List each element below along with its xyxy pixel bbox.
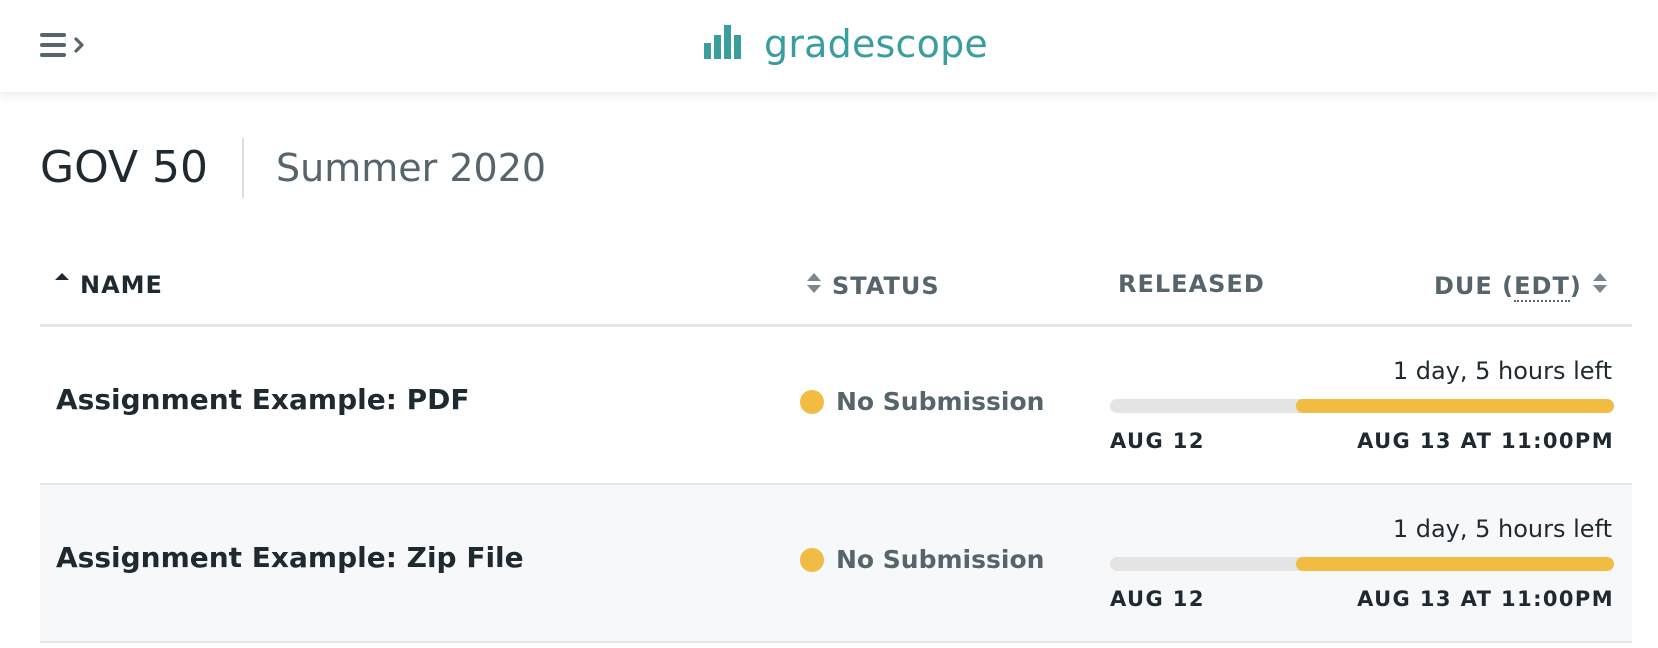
assignment-name-link[interactable]: Assignment Example: PDF [56,383,470,416]
top-navigation-bar: gradescope [0,0,1658,92]
status-label: No Submission [836,387,1045,416]
column-header-name[interactable]: NAME [54,270,163,300]
course-header: GOV 50 Summer 2020 [40,136,546,200]
sort-ascending-icon [54,270,70,300]
brand-name: gradescope [764,22,988,66]
course-title: GOV 50 [40,138,245,198]
status-dot-icon [800,389,824,414]
bar-chart-logo-icon [704,23,742,65]
time-remaining: 1 day, 5 hours left [1392,515,1612,543]
assignments-table: NAME STATUS RELEASED DUE (EDT) Assignmen… [40,250,1632,643]
time-remaining: 1 day, 5 hours left [1392,357,1612,385]
table-row: Assignment Example: PDF No Submission 1 … [40,327,1632,485]
release-date: AUG 12 [1110,429,1205,453]
time-progress-fill [1296,399,1614,413]
time-progress-fill [1296,557,1614,571]
timezone-abbreviation[interactable]: EDT [1514,272,1570,302]
course-term: Summer 2020 [276,146,547,190]
column-header-released: RELEASED [1118,270,1265,298]
sort-toggle-icon [1592,270,1608,302]
table-header: NAME STATUS RELEASED DUE (EDT) [40,250,1632,327]
time-progress-bar [1110,557,1614,571]
table-row: Assignment Example: Zip File No Submissi… [40,485,1632,643]
release-date: AUG 12 [1110,587,1205,611]
column-label-name: NAME [80,271,163,299]
column-header-status[interactable]: STATUS [806,270,940,302]
gradescope-logo[interactable]: gradescope [704,14,988,74]
hamburger-menu-icon[interactable] [40,30,96,62]
due-date: AUG 13 AT 11:00PM [1357,587,1614,611]
column-header-due[interactable]: DUE (EDT) [1434,270,1608,302]
column-label-due: DUE (EDT) [1434,272,1582,302]
assignment-name-link[interactable]: Assignment Example: Zip File [56,541,524,574]
status-label: No Submission [836,545,1045,574]
status-dot-icon [800,547,824,572]
column-label-released: RELEASED [1118,270,1265,298]
sort-toggle-icon [806,270,822,302]
due-date: AUG 13 AT 11:00PM [1357,429,1614,453]
submission-status: No Submission [800,387,1044,416]
submission-status: No Submission [800,545,1044,574]
time-progress-bar [1110,399,1614,413]
column-label-status: STATUS [832,272,940,300]
